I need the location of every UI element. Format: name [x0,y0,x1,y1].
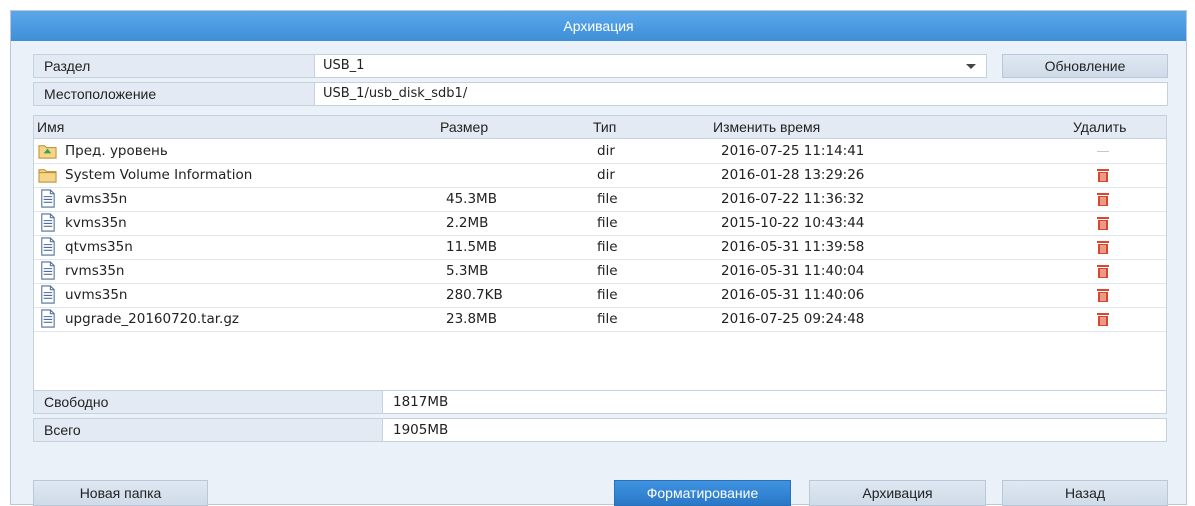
backup-button[interactable]: Архивация [809,480,986,506]
file-name: rvms35n [65,263,125,279]
up-folder-icon [38,141,57,160]
file-size: 45.3MB [446,191,497,207]
column-delete: Удалить [1073,119,1127,135]
column-type[interactable]: Тип [593,119,616,135]
file-type: file [597,263,618,279]
file-modified: 2016-05-31 11:40:06 [721,287,865,303]
format-button[interactable]: Форматирование [614,480,791,506]
column-modified[interactable]: Изменить время [713,119,820,135]
file-list-header: Имя Размер Тип Изменить время Удалить [34,116,1166,139]
file-type: file [597,311,618,327]
total-space-label: Всего [33,418,383,442]
file-type: file [597,287,618,303]
trash-icon[interactable] [1097,265,1109,278]
file-modified: 2016-07-25 09:24:48 [721,311,865,327]
file-name: Пред. уровень [65,143,168,159]
trash-icon[interactable] [1097,241,1109,254]
file-type: file [597,215,618,231]
free-space-value: 1817MB [382,390,1167,414]
file-name: kvms35n [65,215,127,231]
location-label: Местоположение [33,82,315,106]
file-size: 23.8MB [446,311,497,327]
file-row[interactable]: qtvms35n 11.5MB file 2016-05-31 11:39:58 [34,235,1166,260]
file-row[interactable]: upgrade_20160720.tar.gz 23.8MB file 2016-07… [34,307,1166,332]
new-folder-button[interactable]: Новая папка [33,480,208,506]
folder-icon [38,165,57,184]
file-modified: 2015-10-22 10:43:44 [721,215,865,231]
file-type: file [597,239,618,255]
file-icon [38,261,57,280]
total-space-value: 1905MB [382,418,1167,442]
file-type: dir [597,143,615,159]
file-row[interactable]: kvms35n 2.2MB file 2015-10-22 10:43:44 [34,211,1166,236]
partition-select[interactable]: USB_1 [314,54,987,78]
file-row[interactable]: avms35n 45.3MB file 2016-07-22 11:36:32 [34,187,1166,212]
trash-icon[interactable] [1097,289,1109,302]
file-modified: 2016-01-28 13:29:26 [721,167,865,183]
partition-label: Раздел [33,54,315,78]
file-icon [38,237,57,256]
file-size: 280.7KB [446,287,503,303]
file-modified: 2016-07-22 11:36:32 [721,191,865,207]
partition-select-value: USB_1 [323,58,365,73]
trash-icon[interactable] [1097,313,1109,326]
file-modified: 2016-05-31 11:39:58 [721,239,865,255]
file-icon [38,213,57,232]
refresh-button[interactable]: Обновление [1002,54,1168,78]
backup-window: Архивация Раздел USB_1 Обновление Местоп… [10,10,1187,506]
trash-icon[interactable] [1097,217,1109,230]
file-row[interactable]: Пред. уровень dir 2016-07-25 11:14:41 [34,139,1166,164]
location-value: USB_1/usb_disk_sdb1/ [314,82,1168,106]
column-size[interactable]: Размер [440,119,488,135]
file-list: Имя Размер Тип Изменить время Удалить Пр… [33,115,1167,393]
file-icon [38,285,57,304]
delete-disabled-icon [1097,151,1109,152]
file-row[interactable]: rvms35n 5.3MB file 2016-05-31 11:40:04 [34,259,1166,284]
chevron-down-icon [966,64,976,69]
file-size: 2.2MB [446,215,489,231]
file-modified: 2016-07-25 11:14:41 [721,143,865,159]
window-title: Архивация [11,11,1186,41]
file-row[interactable]: System Volume Information dir 2016-01-28 1… [34,163,1166,188]
file-size: 11.5MB [446,239,497,255]
file-type: dir [597,167,615,183]
file-name: uvms35n [65,287,128,303]
file-name: System Volume Information [65,167,253,183]
trash-icon[interactable] [1097,193,1109,206]
trash-icon[interactable] [1097,169,1109,182]
file-icon [38,189,57,208]
file-modified: 2016-05-31 11:40:04 [721,263,865,279]
file-name: upgrade_20160720.tar.gz [65,311,239,327]
file-name: qtvms35n [65,239,133,255]
back-button[interactable]: Назад [1002,480,1168,506]
file-name: avms35n [65,191,128,207]
file-type: file [597,191,618,207]
file-icon [38,309,57,328]
free-space-label: Свободно [33,390,383,414]
file-size: 5.3MB [446,263,489,279]
column-name[interactable]: Имя [37,119,64,135]
file-row[interactable]: uvms35n 280.7KB file 2016-05-31 11:40:06 [34,283,1166,308]
